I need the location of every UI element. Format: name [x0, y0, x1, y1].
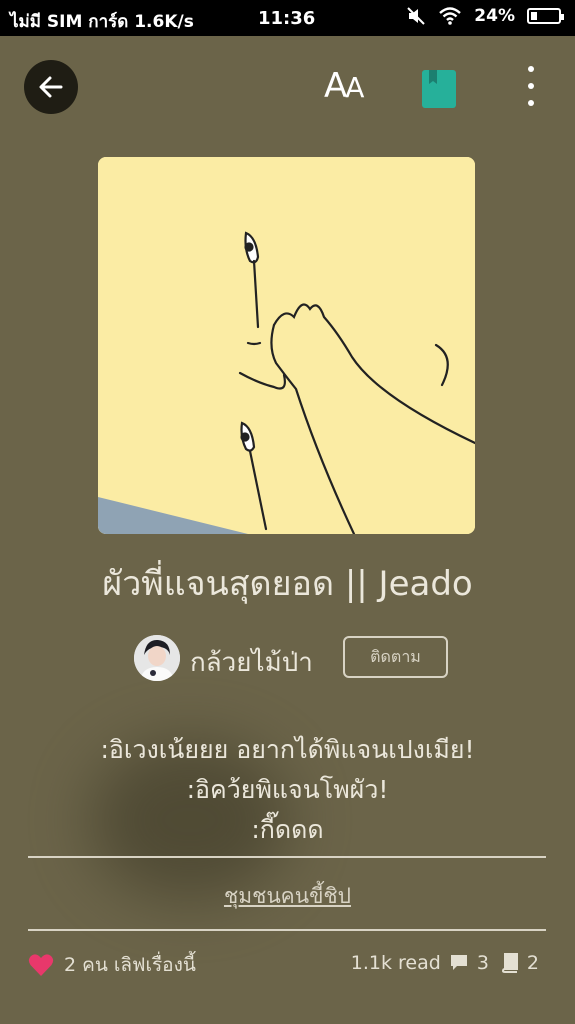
community-link[interactable]: ชุมชนคนขี้ชิป [0, 880, 575, 913]
author-avatar[interactable] [134, 635, 180, 681]
font-size-button[interactable]: AA [324, 66, 364, 106]
clock: 11:36 [258, 8, 316, 29]
comment-icon [450, 955, 467, 970]
heart-icon [28, 954, 54, 976]
wifi-icon [439, 7, 462, 25]
read-count: 1.1k read [350, 952, 441, 974]
cover-illustration [98, 157, 475, 534]
battery-percent: 24% [474, 6, 515, 26]
battery-level [531, 12, 537, 20]
stats-row: 1.1k read 3 2 [351, 952, 539, 974]
story-cover-image [98, 157, 475, 534]
back-button[interactable] [24, 60, 78, 114]
mute-icon [407, 7, 426, 25]
story-title: ผัวพี่แจนสุดยอด || Jeado [102, 564, 473, 604]
status-bar: ไม่มี SIM การ์ด 1.6K/s 11:36 24% [0, 0, 575, 36]
author-name[interactable]: กล้วยไม้ป่า [190, 642, 313, 683]
arrow-left-icon [39, 76, 63, 98]
book-icon [501, 953, 518, 973]
story-description: :อิเวงเน้ยยย อยากได้พิแจนเปงเมีย! :อิคว้… [0, 730, 575, 850]
comment-count: 3 [476, 952, 489, 974]
bookmark-button[interactable] [422, 70, 456, 112]
avatar-image [134, 635, 180, 681]
description-line: :อิเวงเน้ยยย อยากได้พิแจนเปงเมีย! [100, 735, 475, 764]
more-options-button[interactable] [516, 66, 546, 106]
likes-info[interactable]: 2 คน เลิฟเรื่องนี้ [28, 950, 196, 980]
author-row: กล้วยไม้ป่า ติดตาม [0, 632, 575, 686]
font-size-label-small: A [345, 71, 364, 104]
follow-button[interactable]: ติดตาม [343, 636, 448, 678]
more-vertical-icon [528, 66, 534, 72]
description-line: :กี๊ดดด [251, 815, 324, 844]
description-line: :อิคว้ยพิแจนโพผัว! [186, 775, 389, 804]
likes-text: 2 คน เลิฟเรื่องนี้ [64, 954, 196, 976]
divider-top [28, 856, 546, 858]
reader-toolbar: AA [0, 36, 575, 136]
story-stats-footer: 2 คน เลิฟเรื่องนี้ 1.1k read 3 2 [0, 946, 575, 986]
bookmark-icon [422, 70, 456, 108]
battery-icon [527, 8, 564, 24]
font-size-label-large: A [324, 66, 347, 106]
carrier-text: ไม่มี SIM การ์ด 1.6K/s [10, 12, 194, 32]
part-count: 2 [526, 952, 539, 974]
divider-bottom [28, 929, 546, 931]
